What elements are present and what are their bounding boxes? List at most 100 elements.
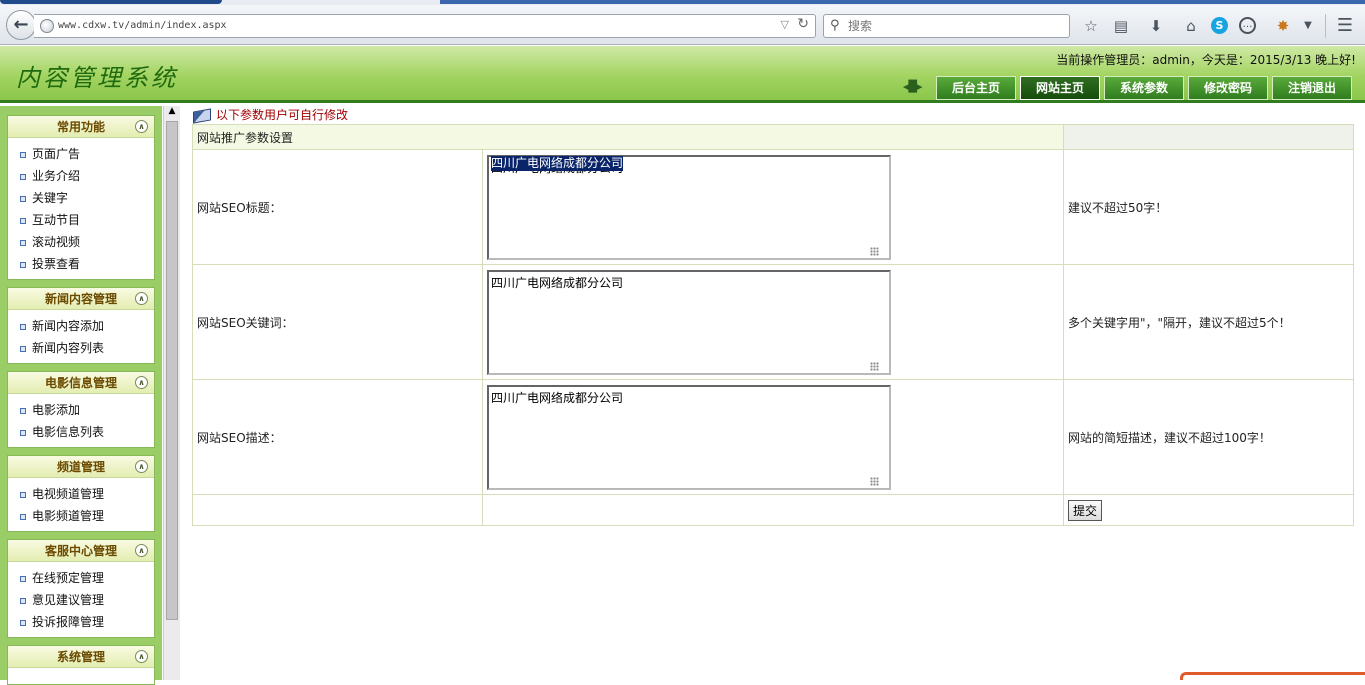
field-input-cell [482,379,1064,495]
section-title: 网站推广参数设置 [192,124,1064,150]
scrollbar-thumb[interactable] [166,121,178,620]
notice: 以下参数用户可自行修改 [193,106,348,124]
back-arrow-icon[interactable]: ← [6,10,36,40]
sidebar-item-label: 电影添加 [32,403,81,417]
resize-grip-icon[interactable] [870,362,879,371]
sidebar-item-movie-channels[interactable]: 电影频道管理 [20,505,154,527]
panel-title: 电影信息管理 [44,376,117,390]
panel-channels: 频道管理 ∧ 电视频道管理 电影频道管理 [7,455,155,532]
sidebar-item-votes[interactable]: 投票查看 [20,253,154,275]
browser-toolbar: ← www.cdxw.tv/admin/index.aspx ▽ ↻ ⚲ ☆ ▤… [0,5,1365,45]
collapse-icon[interactable]: ∧ [135,120,148,133]
bullet-icon [20,195,26,202]
nav-logout[interactable]: 注销退出 [1272,76,1352,100]
submit-cell: 提交 [1063,494,1354,526]
floating-widget-edge [1180,672,1365,680]
collapse-icon[interactable]: ∧ [135,292,148,305]
resize-grip-icon[interactable] [870,477,879,486]
collapse-icon[interactable]: ∧ [135,650,148,663]
chat-icon[interactable]: … [1239,17,1256,34]
browser-tab[interactable] [440,0,1365,4]
panel-header[interactable]: 客服中心管理 ∧ [8,540,154,562]
menu-icon[interactable]: ☰ [1335,16,1355,36]
panel-header[interactable]: 新闻内容管理 ∧ [8,288,154,310]
download-icon[interactable]: ⬇ [1146,16,1166,36]
panel-movies: 电影信息管理 ∧ 电影添加 电影信息列表 [7,371,155,448]
sidebar-item-interactive[interactable]: 互动节目 [20,209,154,231]
reading-list-icon[interactable]: ▤ [1111,16,1131,36]
collapse-icon[interactable]: ∧ [135,544,148,557]
table-row: 网站SEO描述： 网站的简短描述，建议不超过100字！ [192,379,1354,495]
sidebar-item-label: 电影信息列表 [32,425,105,439]
bullet-icon [20,261,26,268]
home-icon[interactable]: ⌂ [1181,16,1201,36]
panel-header[interactable]: 常用功能 ∧ [8,116,154,138]
table-row: 网站SEO标题： 四川广电网络成都分公司 建议不超过50字！ [192,149,1354,265]
book-icon [193,107,211,124]
field-input-cell: 四川广电网络成都分公司 [482,149,1064,265]
sidebar-item-label: 新闻内容列表 [32,341,105,355]
reload-icon[interactable]: ↻ [797,16,809,32]
globe-icon [40,19,54,33]
nav-scroll-icon[interactable]: ◂█▸ [903,80,923,94]
collapse-icon[interactable]: ∧ [135,460,148,473]
collapse-icon[interactable]: ∧ [135,376,148,389]
field-hint: 多个关键字用"，"隔开，建议不超过5个！ [1063,264,1354,380]
sidebar-item-keywords[interactable]: 关键字 [20,187,154,209]
nav-admin-home[interactable]: 后台主页 [936,76,1016,100]
bullet-icon [20,173,26,180]
table-row: 提交 [192,494,1354,526]
search-icon: ⚲ [830,18,840,33]
bullet-icon [20,619,26,626]
panel-title: 客服中心管理 [44,544,117,558]
resize-grip-icon[interactable] [870,247,879,256]
sidebar-item-movie-add[interactable]: 电影添加 [20,399,154,421]
field-input-cell [482,264,1064,380]
panel-header[interactable]: 频道管理 ∧ [8,456,154,478]
sidebar-item-label: 投票查看 [32,257,81,271]
table-row: 网站SEO关键词： 多个关键字用"，"隔开，建议不超过5个！ [192,264,1354,380]
sidebar-item-page-ads[interactable]: 页面广告 [20,143,154,165]
search-input[interactable] [848,18,1063,34]
chevron-down-icon[interactable]: ▼ [1298,16,1318,36]
notice-text: 以下参数用户可自行修改 [216,108,349,122]
sidebar-item-news-list[interactable]: 新闻内容列表 [20,337,154,359]
panel-header[interactable]: 电影信息管理 ∧ [8,372,154,394]
sidebar-item-booking[interactable]: 在线预定管理 [20,567,154,589]
address-bar[interactable]: www.cdxw.tv/admin/index.aspx ▽ ↻ [34,14,816,38]
nav-system-params[interactable]: 系统参数 [1104,76,1184,100]
panel-system: 系统管理 ∧ [7,645,155,685]
url-text[interactable]: www.cdxw.tv/admin/index.aspx [58,20,227,31]
sidebar-scrollbar[interactable]: ▲ [163,106,180,680]
dropdown-icon[interactable]: ▽ [781,18,789,31]
field-label: 网站SEO关键词： [192,264,483,380]
field-hint: 网站的简短描述，建议不超过100字！ [1063,379,1354,495]
bullet-icon [20,217,26,224]
bookmark-star-icon[interactable]: ☆ [1081,16,1101,36]
panel-header[interactable]: 系统管理 ∧ [8,646,154,668]
sidebar-item-label: 页面广告 [32,147,81,161]
nav-change-password[interactable]: 修改密码 [1188,76,1268,100]
sidebar-item-label: 投诉报障管理 [32,615,105,629]
seo-keywords-textarea[interactable] [487,269,891,375]
nav-site-home[interactable]: 网站主页 [1020,76,1100,100]
sidebar-item-tv-channels[interactable]: 电视频道管理 [20,483,154,505]
bullet-icon [20,345,26,352]
seo-description-textarea[interactable] [487,384,891,490]
skype-icon[interactable]: S [1211,17,1228,34]
sidebar-item-label: 关键字 [32,191,69,205]
sidebar-item-news-add[interactable]: 新闻内容添加 [20,315,154,337]
extension-icon[interactable]: ✸ [1273,16,1293,36]
sidebar-item-movie-list[interactable]: 电影信息列表 [20,421,154,443]
sidebar-item-business[interactable]: 业务介绍 [20,165,154,187]
submit-button[interactable]: 提交 [1068,499,1103,521]
scroll-up-icon[interactable]: ▲ [165,106,179,120]
sidebar-item-complaints[interactable]: 投诉报障管理 [20,611,154,633]
browser-tab[interactable] [0,0,222,4]
sidebar-item-scroll-video[interactable]: 滚动视频 [20,231,154,253]
bullet-icon [20,429,26,436]
toolbar-divider [1325,14,1326,38]
bullet-icon [20,151,26,158]
sidebar-item-feedback[interactable]: 意见建议管理 [20,589,154,611]
browser-search[interactable]: ⚲ [823,14,1070,38]
